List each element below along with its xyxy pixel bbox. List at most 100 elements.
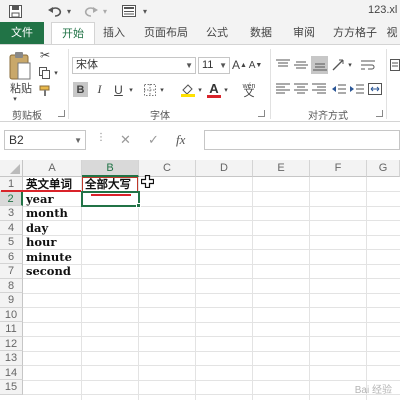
row-header-15[interactable]: 15: [0, 380, 23, 395]
select-all-corner[interactable]: [0, 160, 23, 177]
worksheet-grid[interactable]: A B C D E F G 1 2 3 4 5 6 7 8 9 10 11 12…: [0, 160, 400, 400]
font-size-combo[interactable]: 11 ▼: [198, 57, 230, 74]
formula-input[interactable]: [204, 130, 400, 150]
column-header-b[interactable]: B: [82, 160, 139, 177]
cell-a5[interactable]: hour: [24, 235, 81, 250]
tab-data[interactable]: 数据: [244, 22, 278, 44]
row-header-8[interactable]: 8: [0, 278, 23, 293]
clipboard-launcher-icon[interactable]: [58, 110, 65, 117]
align-top-icon[interactable]: [275, 57, 291, 73]
fill-color-dropdown-icon[interactable]: ▾: [196, 85, 204, 95]
chevron-down-icon[interactable]: ▼: [74, 132, 82, 150]
format-painter-icon[interactable]: [38, 84, 52, 98]
column-header-e[interactable]: E: [253, 160, 310, 177]
copy-dropdown-icon[interactable]: ▾: [52, 69, 60, 77]
row-header-12[interactable]: 12: [0, 336, 23, 351]
fill-color-icon[interactable]: [180, 82, 196, 97]
active-cell-b2[interactable]: [81, 190, 140, 207]
fill-handle[interactable]: [136, 203, 141, 208]
font-color-icon[interactable]: A: [207, 81, 221, 96]
cell-b1[interactable]: 全部大写: [82, 177, 138, 192]
row-header-7[interactable]: 7: [0, 264, 23, 279]
row-header-4[interactable]: 4: [0, 220, 23, 235]
increase-font-icon[interactable]: A ▲: [232, 57, 247, 73]
row-header-13[interactable]: 13: [0, 351, 23, 366]
paste-icon[interactable]: [6, 49, 34, 83]
align-middle-icon[interactable]: [293, 57, 309, 73]
alignment-launcher-icon[interactable]: [376, 110, 383, 117]
align-center-icon[interactable]: [293, 81, 309, 97]
undo-dropdown-icon[interactable]: ▾: [64, 3, 74, 19]
column-header-f[interactable]: F: [310, 160, 367, 177]
decrease-font-icon[interactable]: A ▼: [249, 57, 263, 73]
font-name-value: 宋体: [76, 59, 98, 71]
column-header-g[interactable]: G: [367, 160, 400, 177]
undo-icon[interactable]: [46, 3, 64, 19]
row-header-5[interactable]: 5: [0, 235, 23, 250]
decrease-indent-icon[interactable]: [331, 81, 347, 97]
borders-dropdown-icon[interactable]: ▾: [158, 85, 166, 95]
tab-home[interactable]: 开始: [51, 22, 95, 45]
ribbon-tabs: 文件 开始 插入 页面布局 公式 数据 审阅 方方格子 视: [0, 22, 400, 45]
font-color-dropdown-icon[interactable]: ▾: [222, 85, 230, 95]
italic-button[interactable]: I: [92, 82, 107, 97]
insert-function-icon[interactable]: fx: [176, 132, 185, 148]
name-box[interactable]: B2 ▼: [4, 130, 86, 150]
tab-insert[interactable]: 插入: [98, 22, 130, 44]
cell-a4[interactable]: day: [24, 221, 81, 236]
tab-fangfang-gezi[interactable]: 方方格子: [330, 22, 380, 44]
wrap-text-icon[interactable]: [360, 57, 376, 73]
row-header-9[interactable]: 9: [0, 293, 23, 308]
column-header-d[interactable]: D: [196, 160, 253, 177]
increase-indent-icon[interactable]: [349, 81, 365, 97]
number-format-icon[interactable]: [389, 57, 400, 73]
cell-a2[interactable]: year: [24, 192, 81, 207]
row-header-10[interactable]: 10: [0, 307, 23, 322]
underline-dropdown-icon[interactable]: ▾: [127, 85, 135, 95]
cell-a6[interactable]: minute: [24, 250, 81, 265]
watermark: Bai 经验: [354, 385, 392, 396]
chevron-down-icon[interactable]: ▼: [219, 58, 227, 73]
font-launcher-icon[interactable]: [258, 110, 265, 117]
borders-icon[interactable]: [142, 82, 157, 97]
row-header-2[interactable]: 2: [0, 191, 23, 206]
tab-view[interactable]: 视: [384, 22, 400, 44]
merge-center-icon[interactable]: [367, 81, 383, 97]
redo-dropdown-icon[interactable]: ▾: [100, 3, 110, 19]
tab-page-layout[interactable]: 页面布局: [139, 22, 193, 44]
form-icon[interactable]: [120, 3, 138, 19]
phonetic-icon[interactable]: wén 文: [240, 81, 258, 99]
bold-button[interactable]: B: [73, 82, 88, 97]
cell-a7[interactable]: second: [24, 264, 81, 279]
paste-dropdown-icon[interactable]: ▾: [10, 95, 20, 103]
tab-file[interactable]: 文件: [0, 22, 44, 44]
enter-icon[interactable]: ✓: [148, 132, 159, 148]
row-header-3[interactable]: 3: [0, 206, 23, 221]
font-name-combo[interactable]: 宋体 ▼: [72, 57, 196, 74]
customize-qat-icon[interactable]: ▾: [140, 3, 150, 19]
row-header-14[interactable]: 14: [0, 365, 23, 380]
cut-icon[interactable]: ✂: [38, 48, 52, 62]
align-bottom-icon[interactable]: [311, 56, 328, 74]
redo-icon[interactable]: [82, 3, 100, 19]
paste-label[interactable]: 粘贴: [8, 82, 34, 95]
group-separator: [386, 49, 387, 119]
copy-icon[interactable]: [38, 66, 52, 80]
orientation-dropdown-icon[interactable]: ▾: [346, 60, 354, 70]
gridline: [81, 177, 82, 400]
row-header-6[interactable]: 6: [0, 249, 23, 264]
tab-review[interactable]: 审阅: [287, 22, 321, 44]
align-left-icon[interactable]: [275, 81, 291, 97]
column-header-a[interactable]: A: [23, 160, 82, 177]
align-right-icon[interactable]: [311, 81, 327, 97]
cell-a3[interactable]: month: [24, 206, 81, 221]
row-header-11[interactable]: 11: [0, 322, 23, 337]
gridline: [252, 177, 253, 400]
underline-button[interactable]: U: [111, 82, 126, 97]
cancel-icon[interactable]: ✕: [120, 132, 131, 148]
gridline: [195, 177, 196, 400]
chevron-down-icon[interactable]: ▼: [185, 58, 193, 73]
tab-formulas[interactable]: 公式: [200, 22, 234, 44]
orientation-icon[interactable]: [331, 57, 347, 73]
save-icon[interactable]: [6, 3, 24, 19]
